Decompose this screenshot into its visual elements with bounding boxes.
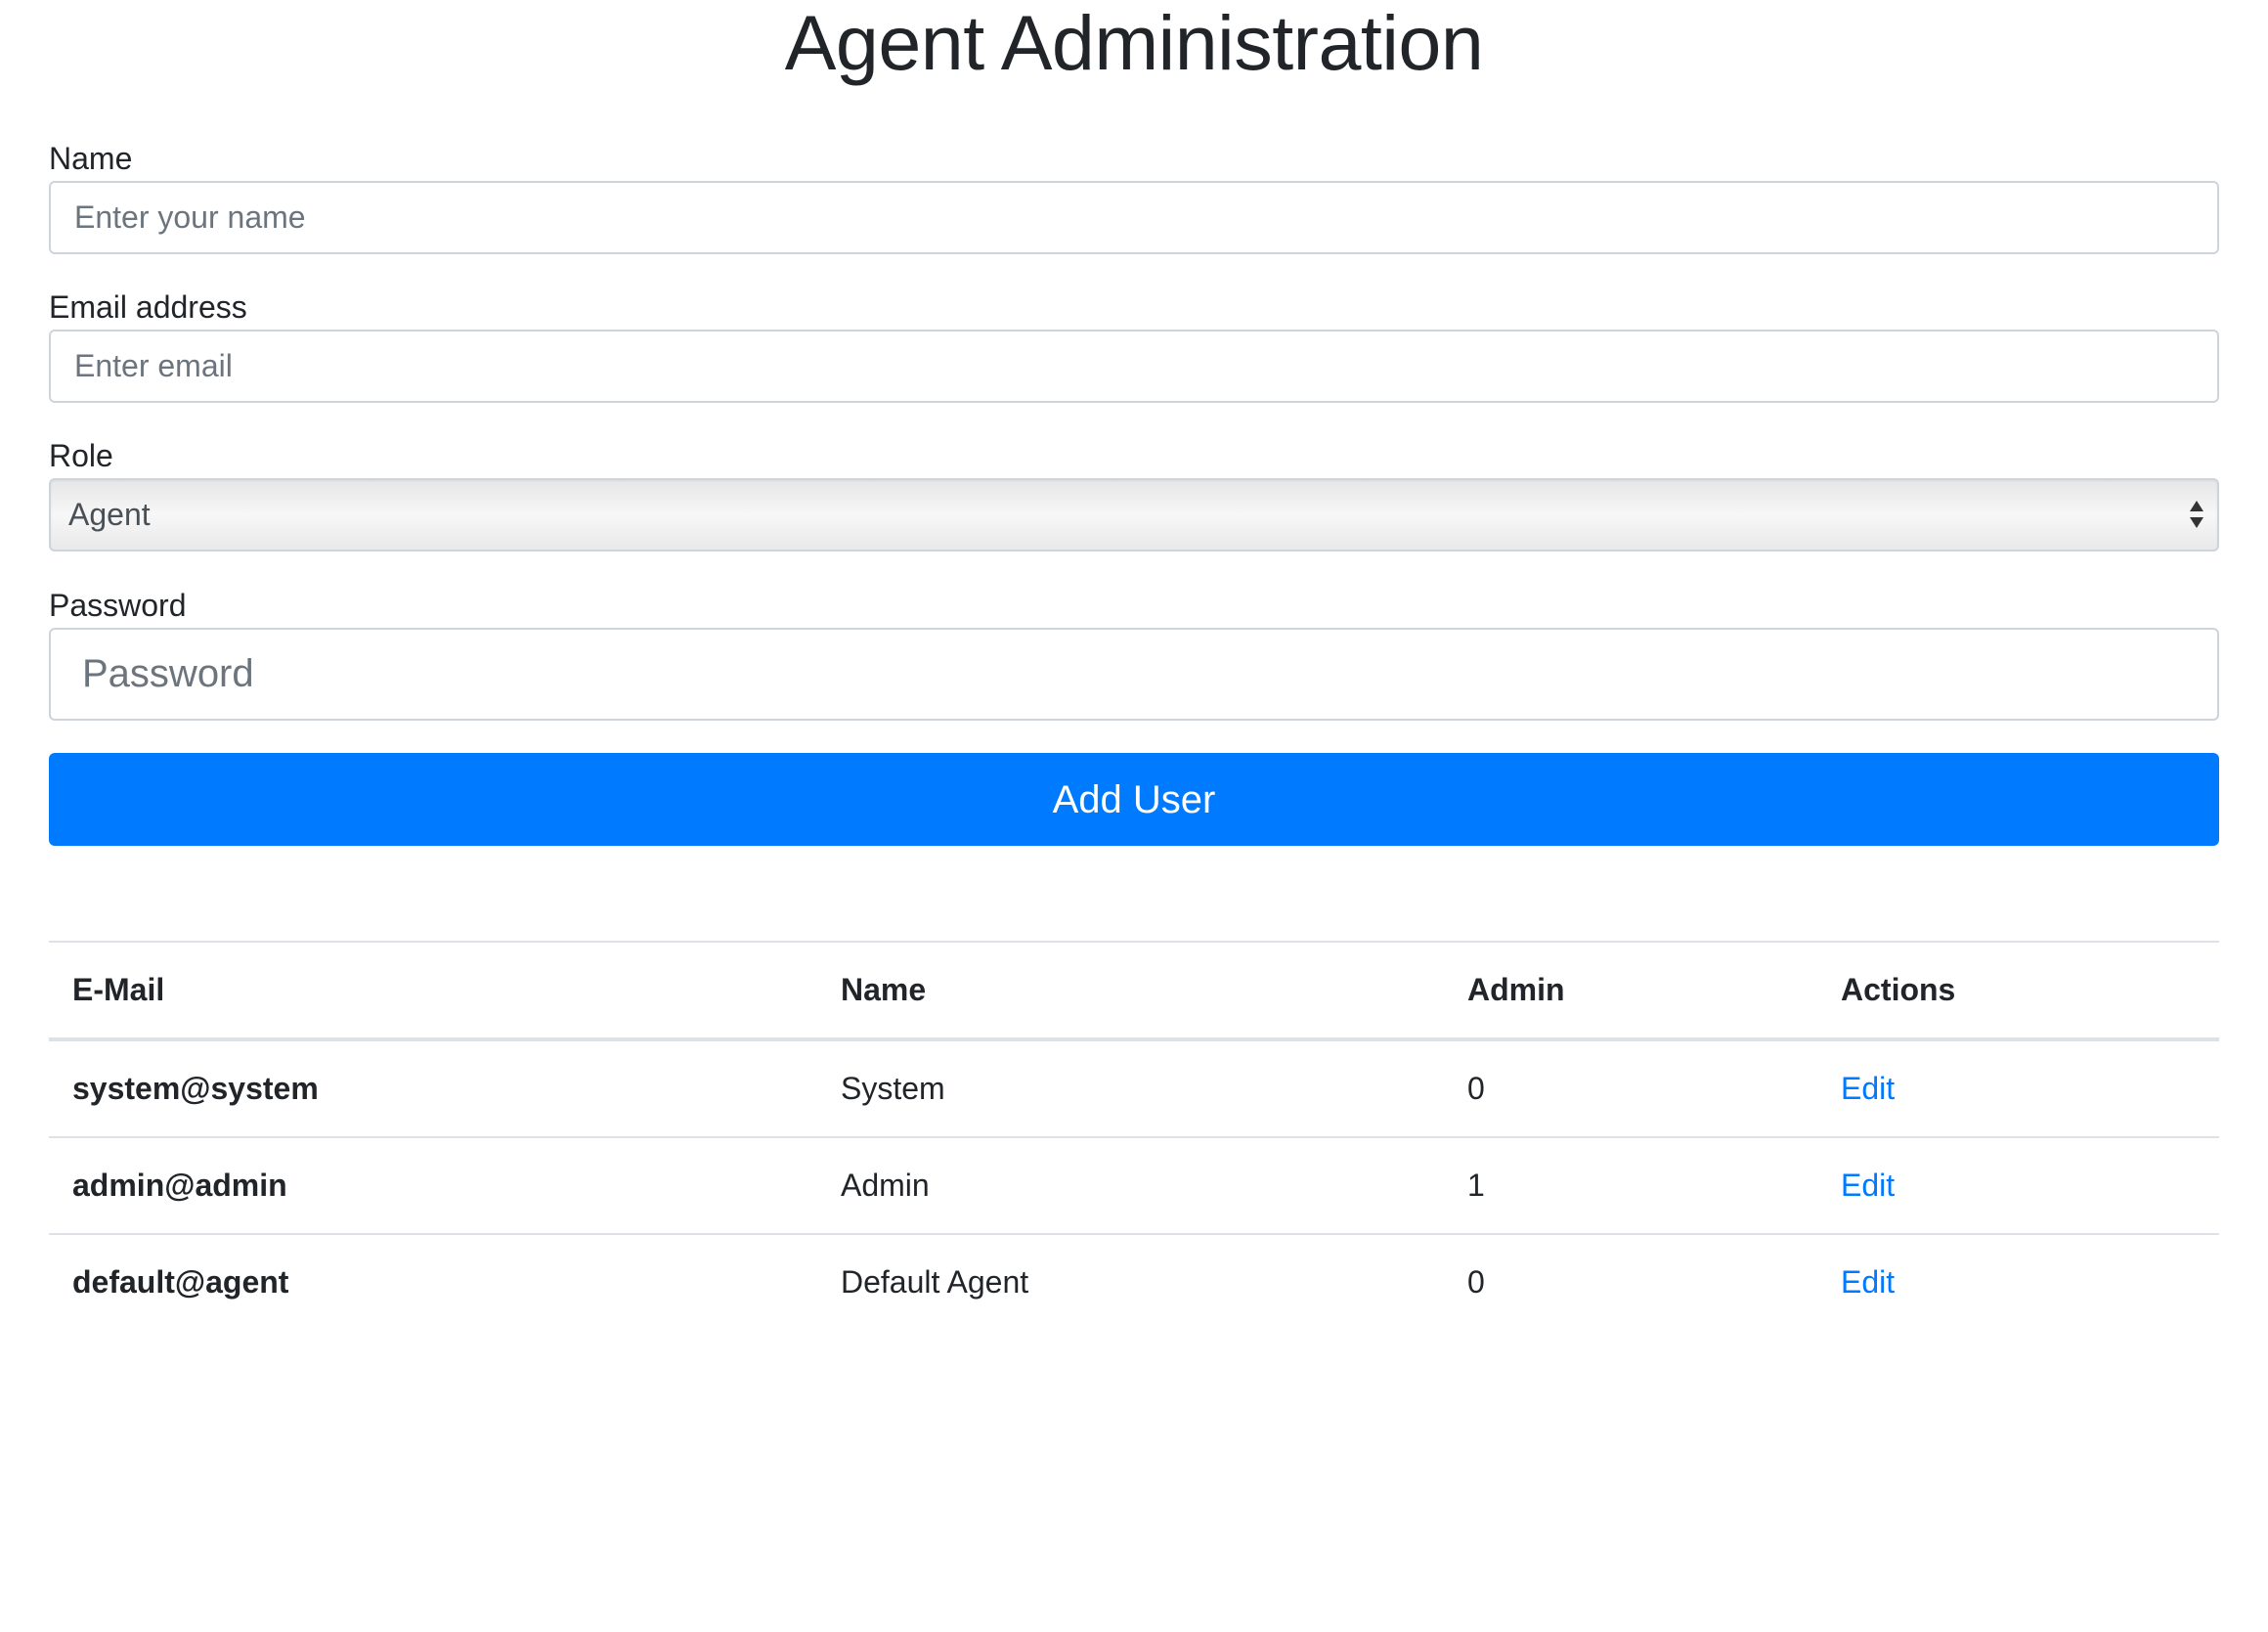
column-header-actions: Actions (1817, 941, 2219, 1041)
row-name: Admin (817, 1137, 1444, 1235)
edit-link[interactable]: Edit (1841, 1264, 1895, 1300)
row-admin: 0 (1444, 1039, 1817, 1138)
add-user-form: Name Email address Role Agent Passwor (49, 139, 2219, 846)
row-actions: Edit (1817, 1039, 2219, 1138)
users-table: E-Mail Name Admin Actions system@system … (49, 941, 2219, 1330)
page-title: Agent Administration (784, 0, 1484, 86)
select-arrows-icon (2190, 501, 2203, 528)
table-header: E-Mail Name Admin Actions (49, 941, 2219, 1041)
add-user-button[interactable]: Add User (49, 753, 2219, 846)
row-admin: 1 (1444, 1137, 1817, 1235)
row-actions: Edit (1817, 1137, 2219, 1235)
password-group: Password (49, 586, 2219, 721)
edit-link[interactable]: Edit (1841, 1071, 1895, 1106)
edit-link[interactable]: Edit (1841, 1168, 1895, 1203)
role-label: Role (49, 438, 113, 473)
row-email: admin@admin (49, 1137, 817, 1235)
page: Agent Administration Name Email address … (0, 0, 2268, 1632)
name-label: Name (49, 141, 133, 176)
table-row: system@system System 0 Edit (49, 1039, 2219, 1138)
row-name: System (817, 1039, 1444, 1138)
email-input[interactable] (49, 330, 2219, 403)
table-row: admin@admin Admin 1 Edit (49, 1137, 2219, 1235)
row-name: Default Agent (841, 1264, 1029, 1300)
password-label: Password (49, 588, 187, 623)
role-select[interactable]: Agent (49, 478, 2219, 551)
role-select-value: Agent (49, 478, 2219, 551)
column-header-name: Name (817, 941, 1444, 1041)
table-header-row: E-Mail Name Admin Actions (49, 941, 2219, 1041)
name-group: Name (49, 139, 2219, 254)
email-label: Email address (49, 289, 247, 325)
password-input[interactable] (49, 628, 2219, 721)
column-header-email: E-Mail (49, 941, 817, 1041)
role-group: Role Agent (49, 436, 2219, 551)
row-actions: Edit (1817, 1234, 2219, 1330)
table-body: system@system System 0 Edit admin@admin … (49, 1039, 2219, 1330)
name-input[interactable] (49, 181, 2219, 254)
row-email: system@system (49, 1039, 817, 1138)
column-header-admin: Admin (1444, 941, 1817, 1041)
main-container: Agent Administration Name Email address … (49, 0, 2219, 1330)
row-email: default@agent (72, 1264, 289, 1300)
email-group: Email address (49, 287, 2219, 403)
table-row: default@agent Default Agent 0 Edit (49, 1234, 2219, 1330)
row-admin: 0 (1467, 1264, 1485, 1300)
